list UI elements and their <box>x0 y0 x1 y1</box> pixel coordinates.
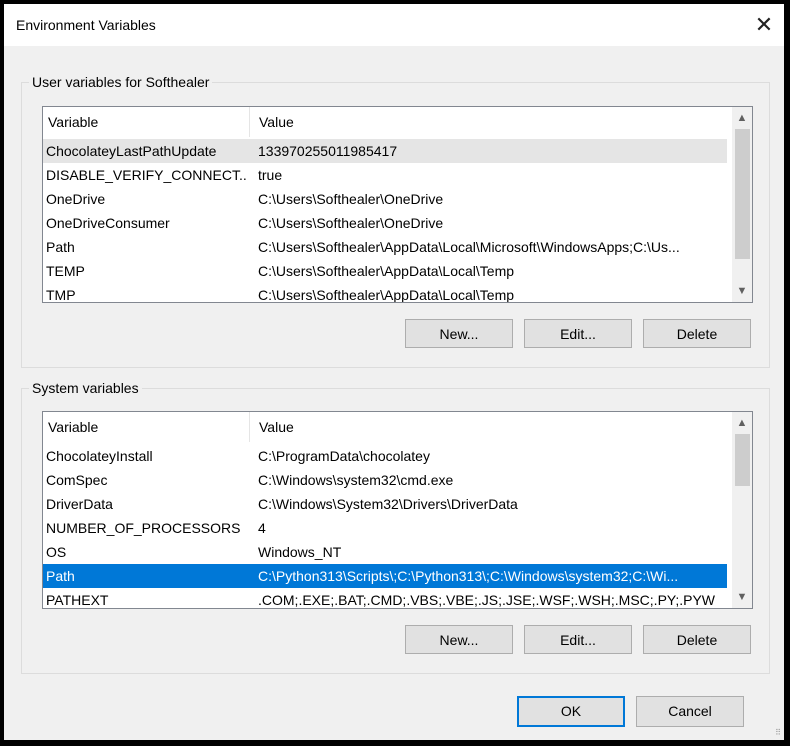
table-row[interactable]: OS Windows_NT <box>43 540 727 564</box>
column-divider[interactable] <box>249 107 250 137</box>
variable-cell: DISABLE_VERIFY_CONNECT... <box>46 167 246 183</box>
chevron-up-icon[interactable]: ▲ <box>732 109 752 127</box>
value-cell: C:\Users\Softhealer\AppData\Local\Temp <box>258 263 515 279</box>
value-cell: 133970255011985417 <box>258 143 398 159</box>
column-header-value[interactable]: Value <box>259 114 294 130</box>
variable-cell: NUMBER_OF_PROCESSORS <box>46 520 241 536</box>
variable-cell: TEMP <box>46 263 85 279</box>
table-row[interactable]: TEMP C:\Users\Softhealer\AppData\Local\T… <box>43 259 727 283</box>
column-divider[interactable] <box>249 412 250 442</box>
system-list-header: Variable Value <box>43 412 752 442</box>
table-row[interactable]: ChocolateyInstall C:\ProgramData\chocola… <box>43 444 727 468</box>
chevron-down-icon[interactable]: ▼ <box>732 282 752 300</box>
user-list-header: Variable Value <box>43 107 752 137</box>
variable-cell: Path <box>46 239 75 255</box>
value-cell: C:\Python313\Scripts\;C:\Python313\;C:\W… <box>258 568 679 584</box>
table-row[interactable]: DriverData C:\Windows\System32\Drivers\D… <box>43 492 727 516</box>
user-variables-list[interactable]: Variable Value ChocolateyLastPathUpdate … <box>42 106 753 303</box>
variable-cell: Path <box>46 568 75 584</box>
table-row[interactable]: DISABLE_VERIFY_CONNECT... true <box>43 163 727 187</box>
variable-cell: ChocolateyInstall <box>46 448 153 464</box>
close-icon[interactable]: ✕ <box>748 10 780 40</box>
variable-cell: TMP <box>46 287 76 303</box>
table-row[interactable]: OneDrive C:\Users\Softhealer\OneDrive <box>43 187 727 211</box>
table-row[interactable]: PATHEXT .COM;.EXE;.BAT;.CMD;.VBS;.VBE;.J… <box>43 588 727 608</box>
value-cell: C:\Users\Softhealer\AppData\Local\Micros… <box>258 239 680 255</box>
user-edit-button[interactable]: Edit... <box>524 319 632 348</box>
system-edit-button[interactable]: Edit... <box>524 625 632 654</box>
table-row[interactable]: NUMBER_OF_PROCESSORS 4 <box>43 516 727 540</box>
variable-cell: ChocolateyLastPathUpdate <box>46 143 217 159</box>
chevron-up-icon[interactable]: ▲ <box>732 414 752 432</box>
value-cell: C:\Users\Softhealer\OneDrive <box>258 191 444 207</box>
system-variables-label: System variables <box>29 380 142 396</box>
table-row[interactable]: Path C:\Users\Softhealer\AppData\Local\M… <box>43 235 727 259</box>
variable-cell: ComSpec <box>46 472 108 488</box>
value-cell: C:\Users\Softhealer\AppData\Local\Temp <box>258 287 515 303</box>
table-row[interactable]: ChocolateyLastPathUpdate 133970255011985… <box>43 139 727 163</box>
resize-grip-icon[interactable]: ⠿ <box>775 728 781 737</box>
user-new-button[interactable]: New... <box>405 319 513 348</box>
variable-cell: DriverData <box>46 496 113 512</box>
environment-variables-dialog: Environment Variables ✕ User variables f… <box>4 4 784 740</box>
chevron-down-icon[interactable]: ▼ <box>732 588 752 606</box>
value-cell: C:\Windows\system32\cmd.exe <box>258 472 454 488</box>
value-cell: 4 <box>258 520 266 536</box>
user-variables-label: User variables for Softhealer <box>29 74 213 90</box>
column-header-variable[interactable]: Variable <box>48 419 98 435</box>
table-row[interactable]: TMP C:\Users\Softhealer\AppData\Local\Te… <box>43 283 727 303</box>
scrollbar-thumb[interactable] <box>735 434 750 486</box>
window-title: Environment Variables <box>16 17 156 33</box>
cancel-button[interactable]: Cancel <box>636 696 744 727</box>
variable-cell: OneDrive <box>46 191 106 207</box>
user-delete-button[interactable]: Delete <box>643 319 751 348</box>
column-header-variable[interactable]: Variable <box>48 114 98 130</box>
table-row-selected[interactable]: Path C:\Python313\Scripts\;C:\Python313\… <box>43 564 727 588</box>
system-delete-button[interactable]: Delete <box>643 625 751 654</box>
scrollbar-thumb[interactable] <box>735 129 750 259</box>
value-cell: .COM;.EXE;.BAT;.CMD;.VBS;.VBE;.JS;.JSE;.… <box>258 592 716 608</box>
ok-button[interactable]: OK <box>517 696 625 727</box>
variable-cell: OneDriveConsumer <box>46 215 170 231</box>
variable-cell: PATHEXT <box>46 592 109 608</box>
system-variables-list[interactable]: Variable Value ChocolateyInstall C:\Prog… <box>42 411 753 609</box>
table-row[interactable]: ComSpec C:\Windows\system32\cmd.exe <box>43 468 727 492</box>
variable-cell: OS <box>46 544 67 560</box>
table-row[interactable]: OneDriveConsumer C:\Users\Softhealer\One… <box>43 211 727 235</box>
title-bar: Environment Variables ✕ <box>4 4 784 46</box>
value-cell: C:\ProgramData\chocolatey <box>258 448 430 464</box>
value-cell: C:\Users\Softhealer\OneDrive <box>258 215 444 231</box>
value-cell: C:\Windows\System32\Drivers\DriverData <box>258 496 518 512</box>
system-new-button[interactable]: New... <box>405 625 513 654</box>
column-header-value[interactable]: Value <box>259 419 294 435</box>
vertical-scrollbar[interactable]: ▲ ▼ <box>732 412 752 608</box>
value-cell: true <box>258 167 283 183</box>
value-cell: Windows_NT <box>258 544 342 560</box>
vertical-scrollbar[interactable]: ▲ ▼ <box>732 107 752 302</box>
